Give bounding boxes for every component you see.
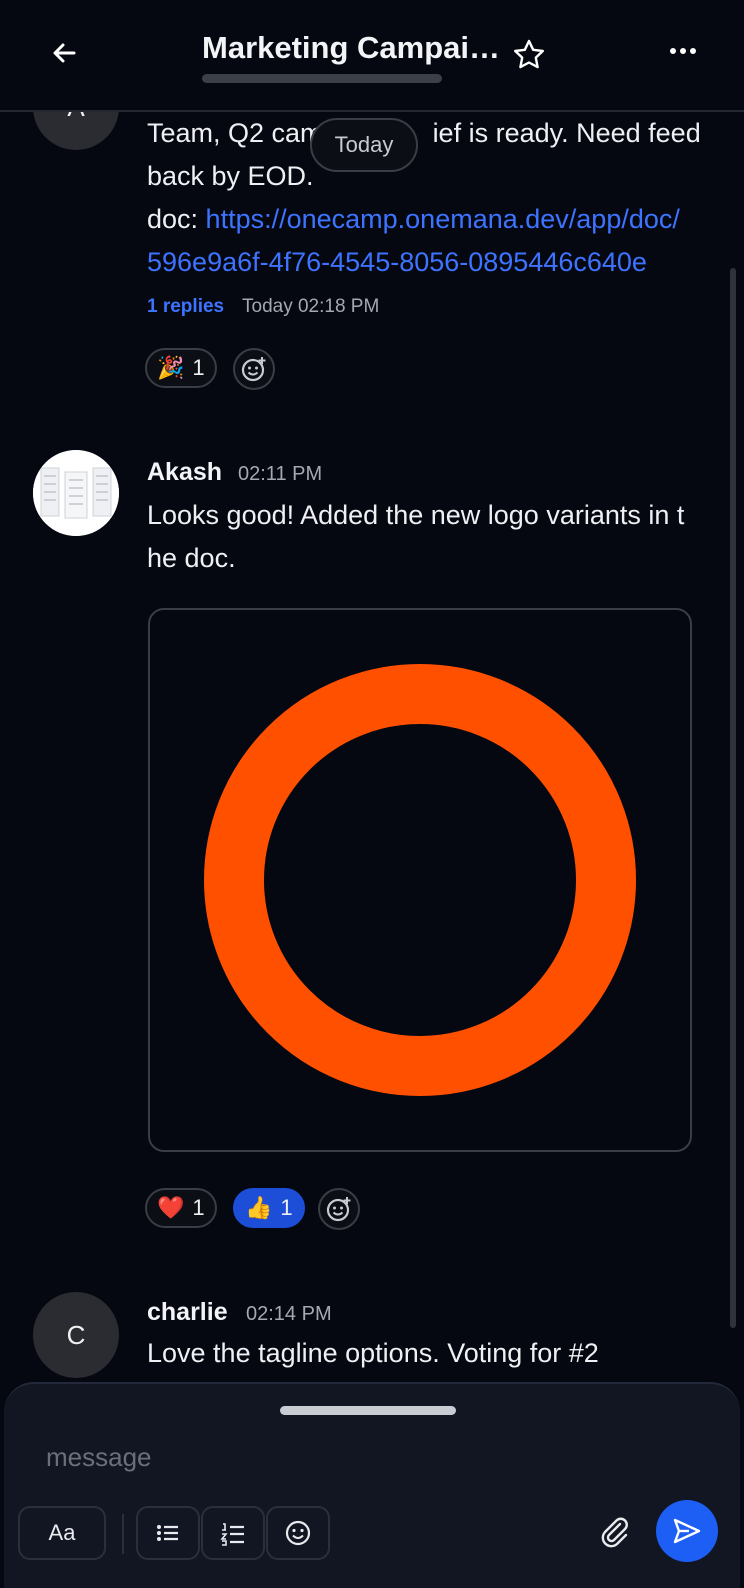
avatar-akash[interactable]: [33, 450, 119, 536]
back-button[interactable]: [48, 36, 82, 70]
emoji-add-icon: [241, 357, 266, 382]
emoji-add-icon: [326, 1197, 351, 1222]
title-underline: [202, 74, 442, 83]
message-text: Team, Q2 cam ief is ready. Need feed back…: [147, 112, 701, 284]
bullet-list-button[interactable]: [136, 1506, 200, 1560]
reaction-count: 1: [192, 355, 205, 380]
doc-link[interactable]: https://onecamp.onemana.dev/app/doc/: [206, 204, 680, 234]
send-button[interactable]: [656, 1500, 718, 1562]
message-time: 02:11 PM: [238, 463, 323, 485]
replies-link[interactable]: 1 replies: [147, 296, 224, 318]
reaction-party[interactable]: 🎉 1: [145, 348, 217, 388]
smile-icon: [285, 1520, 311, 1546]
reaction-count: 1: [192, 1195, 205, 1220]
image-attachment[interactable]: [148, 608, 692, 1152]
reaction-heart[interactable]: ❤️ 1: [145, 1188, 217, 1228]
reaction-thumbs-up[interactable]: 👍 1: [233, 1188, 305, 1228]
star-icon: [514, 39, 544, 69]
message-time: 02:14 PM: [246, 1303, 332, 1325]
date-separator: Today: [310, 118, 418, 172]
doc-link-continued[interactable]: 596e9a6f-4f76-4545-8056-0895446c640e: [147, 241, 701, 284]
scrollbar[interactable]: [730, 268, 736, 1328]
message-composer: message Aa: [4, 1382, 740, 1588]
add-reaction-button[interactable]: [233, 348, 275, 390]
numbered-list-button[interactable]: [201, 1506, 265, 1560]
text-format-button[interactable]: Aa: [18, 1506, 106, 1560]
numbered-list-icon: [220, 1523, 244, 1546]
avatar-charlie[interactable]: C: [33, 1292, 119, 1378]
emoji-button[interactable]: [266, 1506, 330, 1560]
reply-timestamp: Today 02:18 PM: [242, 296, 380, 317]
favorite-button[interactable]: [512, 38, 546, 72]
add-reaction-button[interactable]: [318, 1188, 360, 1230]
paperclip-icon: [601, 1517, 628, 1548]
drag-handle[interactable]: [280, 1406, 456, 1415]
sender-name[interactable]: Akash: [147, 458, 222, 487]
avatar-initial: C: [66, 1319, 86, 1350]
more-options-button[interactable]: [668, 36, 698, 66]
more-horizontal-icon: [670, 48, 696, 54]
message-text: Love the tagline options. Voting for #2: [147, 1338, 599, 1368]
toolbar-divider: [122, 1514, 124, 1554]
doc-prefix: doc:: [147, 204, 206, 234]
message-input[interactable]: message: [46, 1442, 152, 1473]
message-list[interactable]: A Team, Q2 camief is ready. Need feed ba…: [0, 110, 744, 1380]
reaction-count: 1: [280, 1195, 293, 1220]
sender-name[interactable]: charlie: [147, 1298, 228, 1327]
channel-title[interactable]: Marketing Campai…: [202, 30, 500, 66]
send-icon: [673, 1518, 701, 1544]
thumbs-up-icon: 👍: [245, 1195, 273, 1220]
attach-button[interactable]: [596, 1514, 632, 1550]
avatar-image: [33, 450, 119, 536]
message-text: Looks good! Added the new logo variants …: [147, 500, 685, 573]
avatar[interactable]: A: [33, 110, 119, 150]
arrow-left-icon: [53, 43, 76, 63]
bullet-list-icon: [157, 1525, 178, 1541]
logo-ring-image: [204, 664, 636, 1096]
channel-header: Marketing Campai…: [0, 0, 744, 112]
heart-icon: ❤️: [157, 1195, 185, 1220]
party-popper-icon: 🎉: [157, 355, 185, 380]
